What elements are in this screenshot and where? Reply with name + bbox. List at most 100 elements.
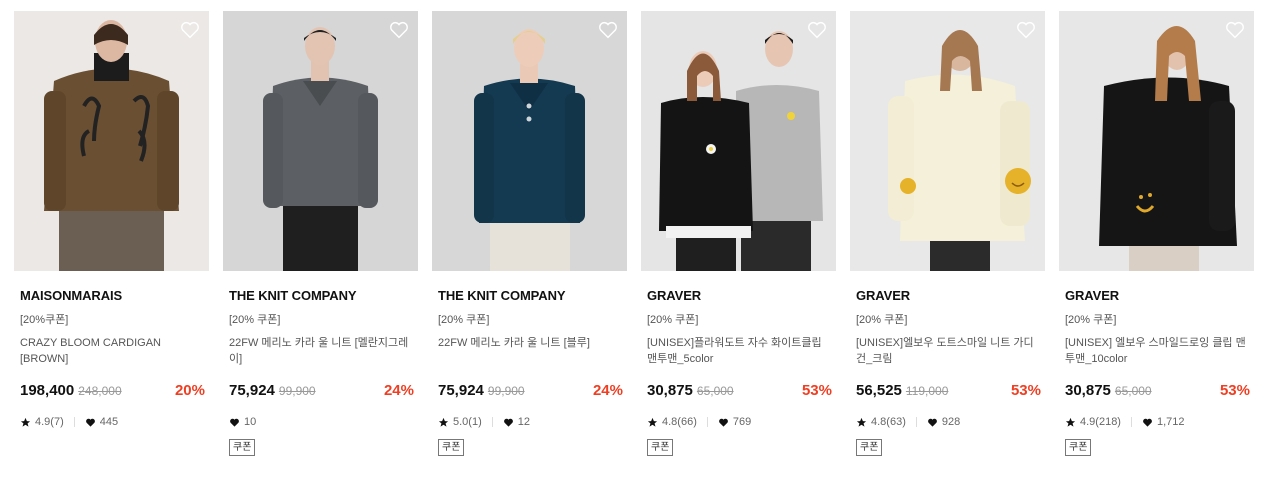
brand-name[interactable]: MAISONMARAIS [20, 288, 209, 304]
sale-price: 30,875 [1065, 382, 1111, 399]
original-price: 65,000 [696, 384, 734, 398]
product-photo [223, 11, 418, 271]
likes-count: 12 [517, 416, 530, 428]
coupon-text: [20% 쿠폰] [856, 314, 908, 326]
product-image[interactable] [850, 11, 1045, 271]
product-name[interactable]: CRAZY BLOOM CARDIGAN [BROWN] [20, 335, 202, 367]
product-card[interactable]: GRAVER [20% 쿠폰] [UNISEX] 엘보우 스마일드로잉 클립 맨… [1059, 11, 1254, 456]
likes-count: 10 [244, 416, 257, 428]
product-photo [850, 11, 1045, 271]
coupon-badge: 쿠폰 [647, 439, 674, 456]
divider [491, 417, 493, 427]
meta-row: 10 [229, 415, 418, 429]
brand-name[interactable]: THE KNIT COMPANY [229, 288, 418, 304]
heart-filled-icon [85, 418, 95, 427]
sale-price: 75,924 [229, 382, 275, 399]
price-row: 30,875 65,000 53% [1065, 382, 1250, 402]
meta-row: 4.8(63) 928 [856, 415, 1045, 429]
likes: 12 [503, 416, 530, 428]
coupon-badge: 쿠폰 [1065, 439, 1092, 456]
product-card[interactable]: GRAVER [20% 쿠폰] [UNISEX]엘보우 도트스마일 니트 가디건… [850, 11, 1045, 456]
meta-row: 5.0(1) 12 [438, 415, 627, 429]
likes-count: 769 [732, 416, 752, 428]
brand-name[interactable]: GRAVER [856, 288, 1045, 304]
rating-text: 4.9(218) [1080, 416, 1121, 428]
sale-price: 56,525 [856, 382, 902, 399]
product-photo [432, 11, 627, 271]
product-photo [1059, 11, 1254, 271]
rating: 4.8(63) [856, 416, 906, 428]
heart-filled-icon [230, 418, 239, 427]
rating-text: 4.8(63) [871, 416, 906, 428]
star-icon [1065, 417, 1076, 427]
coupon-badge: 쿠폰 [438, 439, 465, 456]
wishlist-heart-icon[interactable] [1015, 19, 1037, 41]
product-card[interactable]: THE KNIT COMPANY [20% 쿠폰] 22FW 메리노 카라 울 … [432, 11, 627, 456]
wishlist-heart-icon[interactable] [1224, 19, 1246, 41]
coupon-text: [20% 쿠폰] [438, 314, 490, 326]
rating: 5.0(1) [438, 416, 482, 428]
original-price: 248,000 [78, 384, 122, 398]
heart-filled-icon [927, 418, 937, 427]
wishlist-heart-icon[interactable] [806, 19, 828, 41]
likes: 769 [718, 416, 751, 428]
heart-filled-icon [503, 418, 513, 427]
product-image[interactable] [223, 11, 418, 271]
product-photo [641, 11, 836, 271]
likes: 10 [229, 416, 256, 428]
coupon-text: [20% 쿠폰] [1065, 314, 1117, 326]
coupon-text: [20%쿠폰] [20, 314, 69, 326]
brand-name[interactable]: GRAVER [1065, 288, 1254, 304]
product-card[interactable]: MAISONMARAIS [20%쿠폰] CRAZY BLOOM CARDIGA… [14, 11, 209, 456]
coupon-text: [20% 쿠폰] [647, 314, 699, 326]
discount-rate: 20% [174, 382, 205, 399]
wishlist-heart-icon[interactable] [179, 19, 201, 41]
likes-count: 928 [941, 416, 961, 428]
brand-name[interactable]: THE KNIT COMPANY [438, 288, 627, 304]
product-name[interactable]: 22FW 메리노 카라 울 니트 [멜란지그레이] [229, 335, 411, 367]
discount-rate: 24% [592, 382, 623, 399]
star-icon [647, 417, 658, 427]
divider [706, 417, 708, 427]
rating: 4.9(218) [1065, 416, 1121, 428]
product-name[interactable]: [UNISEX]플라워도트 자수 화이트클립 맨투맨_5color [647, 335, 829, 367]
price-row: 198,400 248,000 20% [20, 382, 205, 402]
discount-rate: 53% [1219, 382, 1250, 399]
discount-rate: 53% [801, 382, 832, 399]
wishlist-heart-icon[interactable] [597, 19, 619, 41]
rating-text: 4.8(66) [662, 416, 697, 428]
meta-row: 4.9(218) 1,712 [1065, 415, 1254, 429]
star-icon [856, 417, 867, 427]
product-name[interactable]: 22FW 메리노 카라 울 니트 [블루] [438, 335, 620, 367]
likes: 445 [85, 416, 118, 428]
product-card[interactable]: GRAVER [20% 쿠폰] [UNISEX]플라워도트 자수 화이트클립 맨… [641, 11, 836, 456]
product-photo [14, 11, 209, 271]
wishlist-heart-icon[interactable] [388, 19, 410, 41]
product-image[interactable] [641, 11, 836, 271]
likes-count: 445 [99, 416, 119, 428]
brand-name[interactable]: GRAVER [647, 288, 836, 304]
price-row: 75,924 99,900 24% [229, 382, 414, 402]
rating: 4.8(66) [647, 416, 697, 428]
divider [73, 417, 75, 427]
product-name[interactable]: [UNISEX] 엘보우 스마일드로잉 클립 맨투맨_10color [1065, 335, 1247, 367]
rating-text: 5.0(1) [453, 416, 482, 428]
original-price: 65,000 [1114, 384, 1152, 398]
original-price: 119,000 [905, 384, 949, 398]
product-card[interactable]: THE KNIT COMPANY [20% 쿠폰] 22FW 메리노 카라 울 … [223, 11, 418, 456]
product-name[interactable]: [UNISEX]엘보우 도트스마일 니트 가디건_크림 [856, 335, 1038, 367]
heart-filled-icon [718, 418, 728, 427]
star-icon [438, 417, 449, 427]
rating-text: 4.9(7) [35, 416, 64, 428]
meta-row: 4.9(7) 445 [20, 415, 209, 429]
heart-filled-icon [1143, 418, 1152, 427]
product-grid: MAISONMARAIS [20%쿠폰] CRAZY BLOOM CARDIGA… [14, 11, 1254, 456]
product-image[interactable] [432, 11, 627, 271]
product-image[interactable] [1059, 11, 1254, 271]
coupon-text: [20% 쿠폰] [229, 314, 281, 326]
coupon-badge: 쿠폰 [856, 439, 883, 456]
price-row: 30,875 65,000 53% [647, 382, 832, 402]
coupon-badge: 쿠폰 [229, 439, 256, 456]
product-image[interactable] [14, 11, 209, 271]
likes: 928 [927, 416, 960, 428]
